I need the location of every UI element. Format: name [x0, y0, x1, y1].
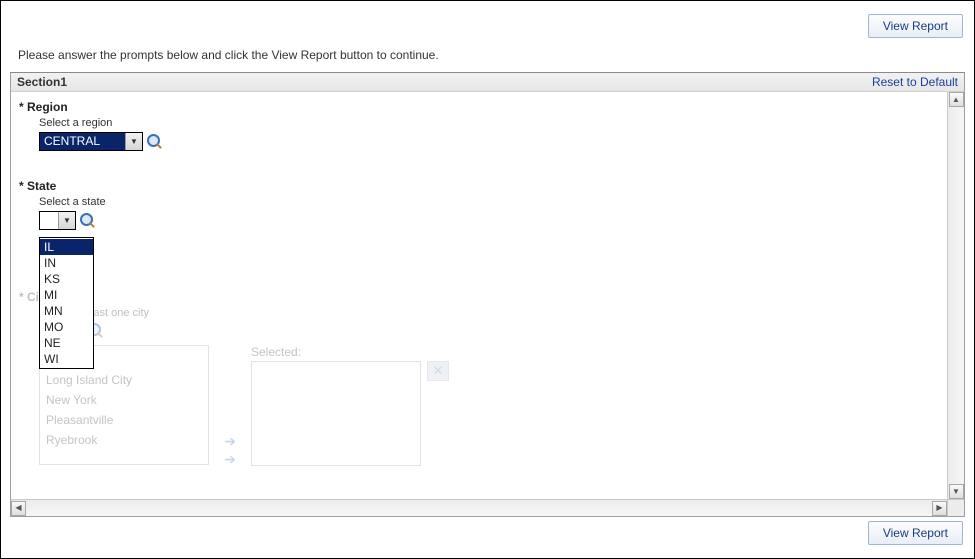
- state-option[interactable]: MN: [40, 303, 93, 319]
- scroll-left-icon[interactable]: ◀: [11, 501, 26, 516]
- chevron-down-icon: ▼: [125, 133, 142, 150]
- state-select-value: [40, 212, 58, 229]
- top-toolbar: View Report: [10, 10, 965, 42]
- scroll-up-icon[interactable]: ▲: [949, 92, 964, 107]
- horizontal-scrollbar[interactable]: ◀ ▶: [11, 499, 947, 516]
- prompt-body: * Region Select a region CENTRAL ▼: [11, 92, 947, 499]
- scroll-down-icon[interactable]: ▼: [949, 484, 964, 499]
- state-option[interactable]: IL: [40, 239, 93, 255]
- required-marker: *: [19, 100, 24, 114]
- prompt-area: Section1 Reset to Default * Region Selec…: [10, 72, 965, 517]
- search-icon[interactable]: [80, 213, 96, 229]
- search-icon[interactable]: [147, 134, 163, 150]
- city-selected-list[interactable]: [251, 361, 421, 466]
- list-item[interactable]: New York: [46, 390, 202, 410]
- city-move-arrows: ➔ ➔: [221, 435, 239, 467]
- state-select[interactable]: ▼: [39, 211, 76, 230]
- city-prompt: * City Select at least one city eLong Is…: [19, 290, 939, 467]
- city-selected-label: Selected:: [251, 345, 421, 359]
- required-marker: *: [19, 179, 24, 193]
- reset-to-default-link[interactable]: Reset to Default: [872, 75, 958, 89]
- state-option[interactable]: IN: [40, 255, 93, 271]
- prompt-instructions: Please answer the prompts below and clic…: [10, 42, 965, 72]
- region-prompt: * Region Select a region CENTRAL ▼: [19, 100, 939, 151]
- list-item[interactable]: Pleasantville: [46, 410, 202, 430]
- state-option[interactable]: MI: [40, 287, 93, 303]
- section-header: Section1 Reset to Default: [11, 73, 964, 92]
- region-select-value: CENTRAL: [40, 133, 125, 150]
- chevron-down-icon: ▼: [58, 212, 75, 229]
- bottom-toolbar: View Report: [10, 517, 965, 549]
- region-label: Region: [27, 100, 68, 114]
- move-right-icon[interactable]: ➔: [221, 435, 239, 449]
- scroll-corner: [947, 499, 964, 516]
- view-report-button-bottom[interactable]: View Report: [868, 521, 963, 545]
- list-item[interactable]: Ryebrook: [46, 430, 202, 450]
- move-all-right-icon[interactable]: ➔: [221, 453, 239, 467]
- state-label: State: [27, 179, 56, 193]
- state-option[interactable]: KS: [40, 271, 93, 287]
- vertical-scrollbar[interactable]: ▲ ▼: [947, 92, 964, 499]
- state-sublabel: Select a state: [39, 196, 939, 208]
- state-prompt: * State Select a state ▼ ILINKSMIMNMONEW…: [19, 179, 939, 230]
- scroll-right-icon[interactable]: ▶: [932, 501, 947, 516]
- state-option[interactable]: WI: [40, 351, 93, 367]
- view-report-button-top[interactable]: View Report: [868, 14, 963, 38]
- state-option[interactable]: NE: [40, 335, 93, 351]
- clear-selected-icon[interactable]: ✕: [427, 361, 449, 381]
- city-sublabel: Select at least one city: [39, 307, 939, 319]
- region-sublabel: Select a region: [39, 117, 939, 129]
- region-select[interactable]: CENTRAL ▼: [39, 132, 143, 151]
- required-marker: *: [19, 290, 24, 304]
- section-title: Section1: [17, 75, 67, 89]
- state-option[interactable]: MO: [40, 319, 93, 335]
- list-item[interactable]: Long Island City: [46, 370, 202, 390]
- state-dropdown-list[interactable]: ILINKSMIMNMONEWI: [39, 237, 94, 369]
